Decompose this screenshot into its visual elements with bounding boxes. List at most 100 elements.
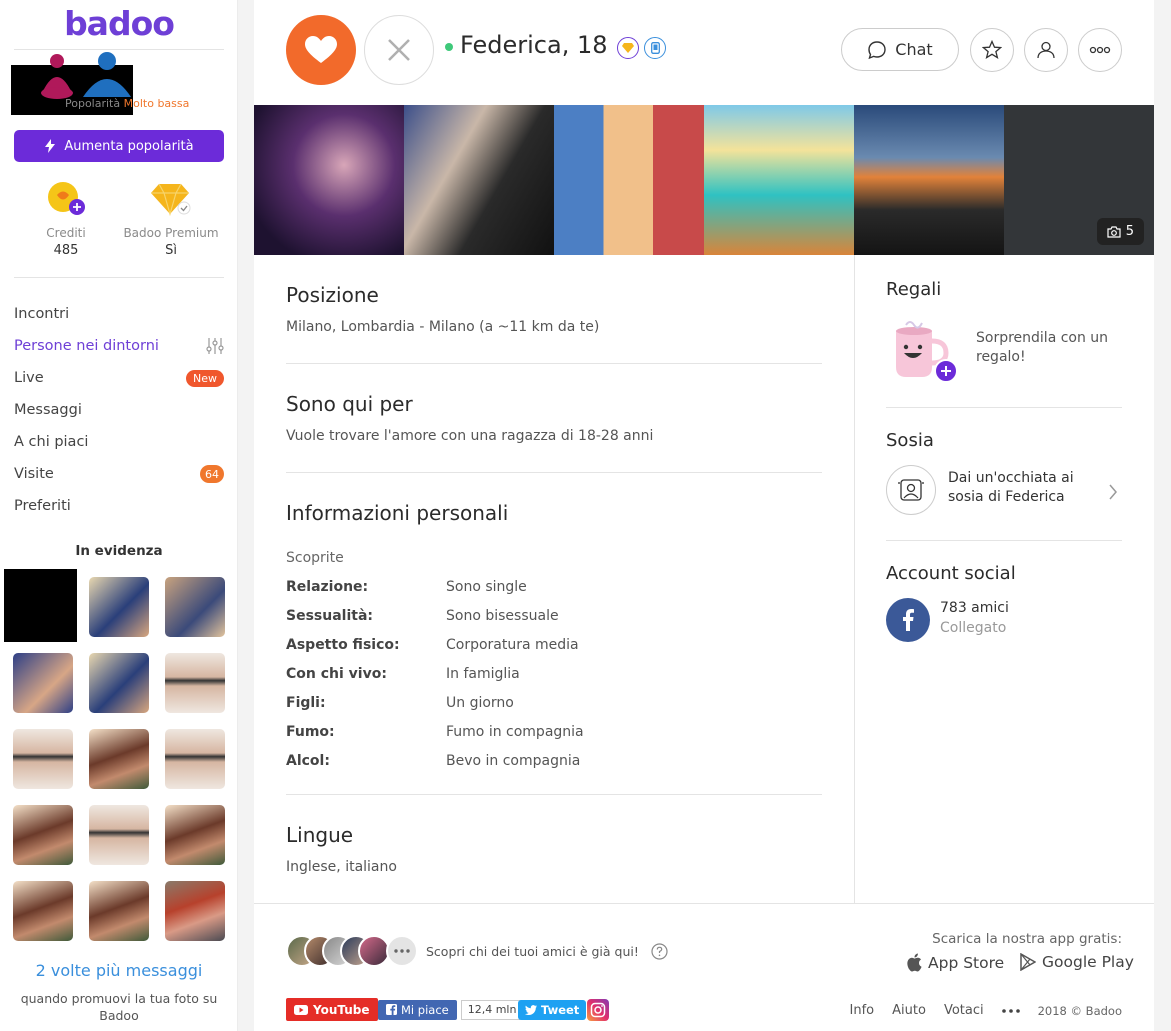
facebook-like-widget[interactable]: Mi piace 12,4 mln: [378, 998, 524, 1021]
chat-label: Chat: [895, 40, 933, 59]
more-dots-icon: [1089, 46, 1111, 54]
languages-text: Inglese, italiano: [286, 859, 397, 875]
help-icon[interactable]: [651, 943, 668, 960]
facebook-icon[interactable]: [886, 598, 930, 642]
featured-thumb[interactable]: [165, 881, 225, 941]
heart-icon: [305, 36, 337, 63]
phone-icon: [650, 42, 660, 54]
instagram-button[interactable]: [587, 998, 609, 1021]
diamond-icon: [622, 43, 634, 53]
photo-count-badge[interactable]: 5: [1096, 218, 1144, 245]
photo-count: 5: [1125, 224, 1134, 239]
sidebar-item-incontri[interactable]: Incontri: [14, 298, 224, 330]
favorite-button[interactable]: [970, 28, 1014, 72]
profile-photo[interactable]: [404, 105, 554, 255]
sidebar-nav: Incontri Persone nei dintorni Live New M…: [14, 298, 224, 522]
sidebar-item-a-chi-piaci[interactable]: A chi piaci: [14, 426, 224, 458]
here-for-section: Sono qui per Vuole trovare l'amore con u…: [286, 364, 822, 473]
phone-verified-icon[interactable]: [644, 37, 666, 59]
chat-bubble-icon: [868, 40, 886, 59]
featured-thumb[interactable]: [4, 569, 77, 642]
featured-thumb[interactable]: [13, 653, 73, 713]
gift-mug-icon[interactable]: [888, 317, 958, 383]
more-friends-icon[interactable]: [386, 935, 418, 967]
youtube-button[interactable]: YouTube: [286, 998, 378, 1021]
more-links-icon[interactable]: [1001, 1008, 1020, 1013]
photo-placeholder[interactable]: 5: [1004, 105, 1154, 255]
popularity-label: Popolarità: [65, 97, 121, 110]
lookalike-link[interactable]: Dai un'occhiata ai sosia di Federica: [948, 469, 1098, 507]
popularity-row[interactable]: Popolarità Molto bassa: [11, 52, 226, 115]
personal-info-section: Informazioni personali Scoprite Relazion…: [286, 473, 822, 795]
sidebar-item-visite[interactable]: Visite 64: [14, 458, 224, 490]
featured-thumb[interactable]: [89, 881, 149, 941]
featured-thumb[interactable]: [13, 729, 73, 789]
section-title: Informazioni personali: [286, 501, 509, 525]
promo-title[interactable]: 2 volte più messaggi: [0, 961, 238, 980]
info-link[interactable]: Info: [850, 1003, 875, 1018]
close-icon: [388, 39, 410, 61]
google-play-link[interactable]: Google Play: [1020, 953, 1134, 971]
sidebar-item-preferiti[interactable]: Preferiti: [14, 490, 224, 522]
profile-details: Posizione Milano, Lombardia - Milano (a …: [286, 255, 822, 875]
info-value: Un giorno: [446, 694, 514, 711]
youtube-play-icon: [294, 1004, 308, 1015]
sidebar-item-messaggi[interactable]: Messaggi: [14, 394, 224, 426]
credits-stat[interactable]: Crediti 485: [11, 180, 121, 258]
profile-photo[interactable]: [554, 105, 704, 255]
info-value: Fumo in compagnia: [446, 723, 584, 740]
footer-divider: [254, 903, 1154, 904]
sidebar-item-live[interactable]: Live New: [14, 362, 224, 394]
featured-thumb[interactable]: [89, 805, 149, 865]
chat-button[interactable]: Chat: [841, 28, 959, 71]
premium-verified-icon[interactable]: [617, 37, 639, 59]
featured-thumb[interactable]: [13, 881, 73, 941]
help-link[interactable]: Aiuto: [892, 1003, 926, 1018]
section-title: Posizione: [286, 283, 379, 307]
profile-photo[interactable]: [854, 105, 1004, 255]
premium-diamond-icon: [151, 183, 191, 217]
featured-thumb[interactable]: [13, 805, 73, 865]
like-button[interactable]: [286, 15, 356, 85]
info-row: Alcol: Bevo in compagnia: [286, 746, 822, 775]
profile-photo[interactable]: [254, 105, 404, 255]
nav-label: Persone nei dintorni: [14, 338, 159, 354]
rate-us-link[interactable]: Votaci: [944, 1003, 984, 1018]
boost-popularity-button[interactable]: Aumenta popolarità: [14, 130, 224, 162]
badoo-logo[interactable]: badoo: [0, 4, 238, 43]
premium-stat[interactable]: Badoo Premium Sì: [116, 180, 226, 258]
featured-thumb[interactable]: [165, 805, 225, 865]
lookalike-icon[interactable]: [886, 465, 936, 515]
featured-thumb[interactable]: [165, 653, 225, 713]
popularity-text: Popolarità Molto bassa: [65, 97, 189, 110]
more-options-button[interactable]: [1078, 28, 1122, 72]
featured-thumb[interactable]: [165, 729, 225, 789]
featured-thumb[interactable]: [89, 577, 149, 637]
pass-button[interactable]: [364, 15, 434, 85]
nav-label: Live: [14, 370, 44, 386]
premium-label: Badoo Premium: [123, 226, 219, 240]
filter-sliders-icon[interactable]: [206, 338, 224, 354]
featured-thumb[interactable]: [89, 653, 149, 713]
divider: [14, 49, 224, 50]
nav-label: A chi piaci: [14, 434, 89, 450]
sidebar-item-persone-nei-dintorni[interactable]: Persone nei dintorni: [14, 330, 224, 362]
profile-photo[interactable]: [704, 105, 854, 255]
profile-button[interactable]: [1024, 28, 1068, 72]
featured-thumb[interactable]: [165, 577, 225, 637]
app-store-link[interactable]: App Store: [906, 953, 1004, 972]
info-key: Fumo:: [286, 723, 335, 740]
nav-label: Incontri: [14, 306, 70, 322]
visits-count-badge: 64: [200, 465, 224, 483]
facebook-like-button[interactable]: Mi piace: [378, 999, 457, 1020]
info-key: Sessualità:: [286, 607, 373, 624]
personal-subtitle: Scoprite: [286, 549, 344, 566]
featured-thumb[interactable]: [89, 729, 149, 789]
info-value: Sono bisessuale: [446, 607, 559, 624]
chevron-right-icon[interactable]: [1108, 484, 1118, 500]
info-value: Corporatura media: [446, 636, 579, 653]
tweet-button[interactable]: Tweet: [518, 998, 587, 1021]
gifts-text: Sorprendila con un regalo!: [976, 330, 1109, 365]
more-dots-icon: [394, 949, 410, 953]
profile-sidebar: Regali Sorprendila con un regalo! Sosia …: [886, 255, 1122, 671]
